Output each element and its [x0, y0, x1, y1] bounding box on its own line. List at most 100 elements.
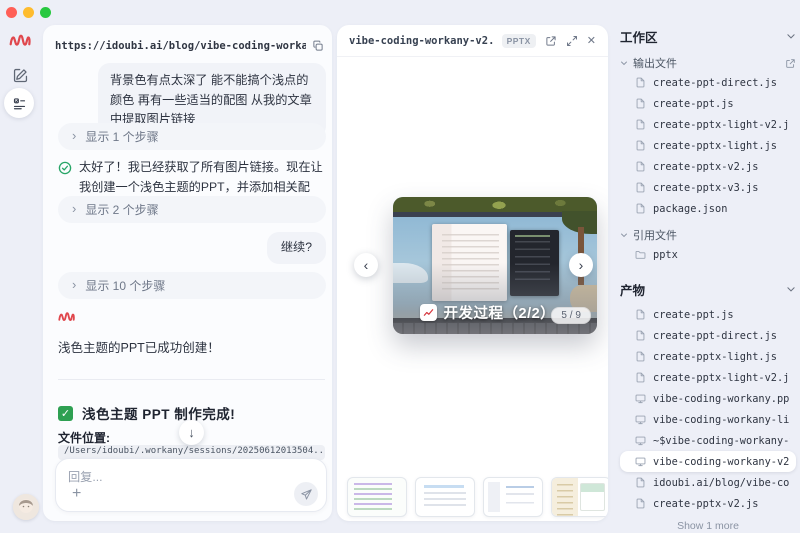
file-item[interactable]: package.json	[620, 198, 796, 219]
section-label: 引用文件	[633, 227, 796, 243]
file-name: idoubi.ai/blog/vibe-cod…	[653, 477, 790, 489]
file-item[interactable]: create-ppt.js	[620, 304, 796, 325]
copy-icon	[312, 40, 324, 52]
file-name: pptx	[653, 249, 678, 261]
chevron-down-icon	[786, 284, 796, 294]
presentation-icon	[634, 435, 646, 446]
open-external-button[interactable]	[545, 35, 557, 47]
traffic-light-minimize[interactable]	[23, 7, 34, 18]
file-item[interactable]: create-pptx-light-v2.js	[620, 367, 796, 388]
file-name: create-pptx-v2.js	[653, 161, 758, 173]
expand-button[interactable]	[566, 35, 578, 47]
chevron-right-icon: ›	[579, 258, 584, 272]
file-name: create-pptx-light-v2.js	[653, 119, 790, 131]
section-output-files[interactable]: 输出文件	[620, 54, 796, 72]
scroll-down-button[interactable]: ↓	[179, 420, 204, 445]
file-name: create-pptx-light.js	[653, 140, 777, 152]
show-more-button[interactable]: Show 1 more	[620, 520, 796, 532]
file-item[interactable]: create-pptx-v2.js	[620, 493, 796, 514]
file-item[interactable]: vibe-coding-workany-lig…	[620, 409, 796, 430]
file-item[interactable]: vibe-coding-workany-v2.…	[620, 451, 796, 472]
traffic-light-close[interactable]	[6, 7, 17, 18]
file-item[interactable]: create-pptx-v2.js	[620, 156, 796, 177]
slide-thumbnail[interactable]	[483, 477, 543, 517]
step-toggle-3[interactable]: › 显示 10 个步骤	[58, 272, 326, 299]
tasks-button[interactable]	[4, 88, 34, 118]
file-item[interactable]: ~$vibe-coding-workany-v…	[620, 430, 796, 451]
file-location-label: 文件位置:	[58, 429, 110, 446]
next-slide-button[interactable]: ›	[569, 253, 593, 277]
file-name: create-pptx-v3.js	[653, 182, 758, 194]
page-indicator: 5 / 9	[551, 307, 590, 324]
file-name: vibe-coding-workany.pptx	[653, 393, 790, 405]
artifacts-title: 产物	[620, 280, 786, 299]
file-type-badge: PPTX	[502, 34, 536, 48]
divider	[58, 379, 325, 380]
file-item[interactable]: vibe-coding-workany.pptx	[620, 388, 796, 409]
checklist-icon	[12, 96, 27, 111]
file-icon	[634, 372, 646, 383]
close-icon: ✕	[587, 34, 596, 47]
result-title: 浅色主题 PPT 制作完成!	[82, 403, 235, 423]
url-text: https://idoubi.ai/blog/vibe-coding-worka…	[55, 40, 306, 52]
chevron-down-icon	[620, 59, 628, 67]
external-link-icon	[545, 35, 557, 47]
step-toggle-1[interactable]: › 显示 1 个步骤	[58, 123, 326, 150]
chevron-right-icon: ›	[72, 129, 76, 142]
close-button[interactable]: ✕	[587, 34, 596, 47]
presentation-icon	[634, 414, 646, 425]
presentation-icon	[634, 456, 646, 467]
file-icon	[634, 119, 646, 130]
prev-slide-button[interactable]: ‹	[354, 253, 378, 277]
file-item[interactable]: create-ppt-direct.js	[620, 72, 796, 93]
copy-button[interactable]	[312, 40, 324, 52]
arrow-down-icon: ↓	[188, 425, 195, 440]
slide-image[interactable]: 开发过程（2/2） 5 / 9	[393, 197, 597, 334]
step-toggle-2[interactable]: › 显示 2 个步骤	[58, 196, 326, 223]
step-label: 显示 1 个步骤	[85, 128, 158, 145]
file-item[interactable]: create-ppt.js	[620, 93, 796, 114]
section-reference-files[interactable]: 引用文件	[620, 226, 796, 244]
success-message: 浅色主题的PPT已成功创建！	[58, 337, 220, 356]
chevron-right-icon: ›	[72, 278, 76, 291]
open-files-external-button[interactable]	[785, 58, 796, 69]
preview-filename: vibe-coding-workany-v2.p...	[349, 35, 493, 47]
file-name: create-pptx-light-v2.js	[653, 372, 790, 384]
app-logo-icon	[9, 33, 31, 47]
user-avatar[interactable]	[13, 494, 39, 520]
window-controls	[6, 7, 51, 18]
file-item[interactable]: idoubi.ai/blog/vibe-cod…	[620, 472, 796, 493]
workspace-header[interactable]: 工作区	[620, 25, 796, 47]
slide-thumbnail[interactable]	[551, 477, 608, 517]
expand-icon	[566, 35, 578, 47]
continue-bubble: 继续?	[267, 232, 326, 264]
send-button[interactable]	[294, 482, 318, 506]
file-name: create-pptx-light.js	[653, 351, 777, 363]
file-item[interactable]: create-ppt-direct.js	[620, 325, 796, 346]
presentation-icon	[634, 393, 646, 404]
artifacts-header[interactable]: 产物	[620, 278, 796, 300]
preview-header: vibe-coding-workany-v2.p... PPTX ✕	[337, 25, 608, 57]
left-rail	[0, 25, 40, 533]
file-icon	[634, 477, 646, 488]
assistant-check-icon	[58, 161, 72, 175]
file-icon	[634, 330, 646, 341]
pencil-square-icon	[12, 67, 29, 84]
photo-foliage	[393, 197, 597, 212]
slide-thumbnail[interactable]	[347, 477, 407, 517]
section-label: 输出文件	[633, 55, 780, 71]
file-icon	[634, 98, 646, 109]
traffic-light-zoom[interactable]	[40, 7, 51, 18]
chevron-down-icon	[620, 231, 628, 239]
file-item[interactable]: create-pptx-light-v2.js	[620, 114, 796, 135]
file-item[interactable]: create-pptx-light.js	[620, 346, 796, 367]
file-item[interactable]: pptx	[620, 244, 796, 265]
compose-button[interactable]	[11, 66, 29, 84]
file-item[interactable]: create-pptx-v3.js	[620, 177, 796, 198]
external-link-icon	[785, 58, 796, 69]
add-attachment-button[interactable]: +	[68, 484, 85, 504]
file-item[interactable]: create-pptx-light.js	[620, 135, 796, 156]
slide-thumbnail[interactable]	[415, 477, 475, 517]
chat-panel: https://idoubi.ai/blog/vibe-coding-worka…	[43, 25, 332, 521]
file-icon	[634, 498, 646, 509]
